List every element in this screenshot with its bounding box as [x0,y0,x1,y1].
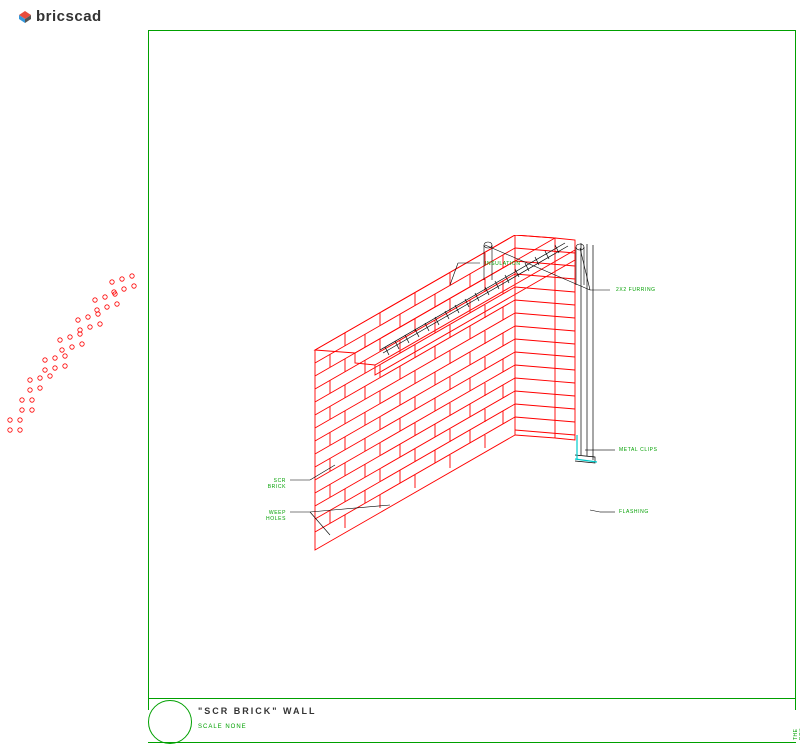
label-scr-brick: SCR BRICK [254,478,286,490]
scale-note: SCALE NONE [198,724,247,730]
frame-bottom [148,698,796,699]
label-weep-holes: WEEP HOLES [248,510,286,522]
decorative-dots [0,270,150,440]
app-logo: bricscad [18,8,102,25]
sheet-label: THE BOX [793,728,800,740]
frame-top [148,30,796,31]
label-furring: 2X2 FURRING [616,287,656,293]
logo-text: bricscad [36,8,102,25]
label-metal-clips: METAL CLIPS [619,447,658,453]
label-flashing: FLASHING [619,509,649,515]
frame-right [795,30,796,710]
drawing-title: "SCR BRICK" WALL [198,706,317,716]
label-insulation: INSULATION [485,261,521,267]
bricscad-icon [18,10,32,24]
detail-bubble [148,700,192,744]
frame-bottom2 [148,742,796,743]
